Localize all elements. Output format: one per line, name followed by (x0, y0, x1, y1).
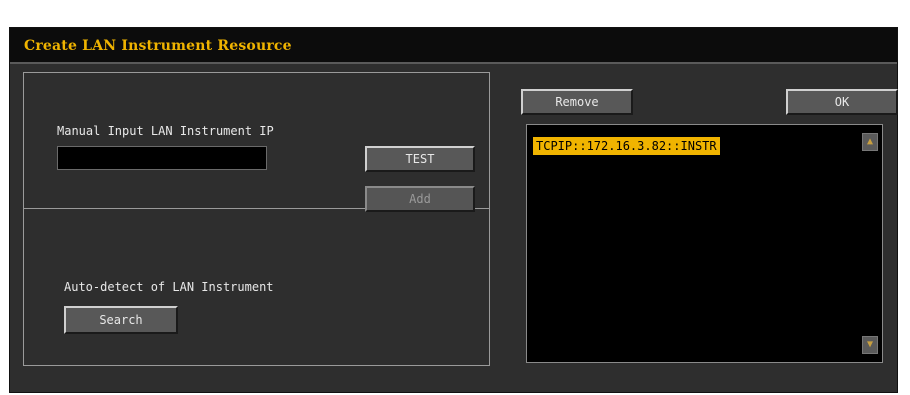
dialog-title: Create LAN Instrument Resource (24, 38, 292, 54)
test-button[interactable]: TEST (365, 146, 475, 172)
scroll-up-icon[interactable]: ▲ (862, 133, 878, 151)
remove-button-label: Remove (555, 95, 599, 109)
remove-button[interactable]: Remove (521, 89, 633, 115)
resource-list[interactable]: TCPIP::172.16.3.82::INSTR ▲ ▼ (526, 124, 883, 363)
ok-button-label: OK (834, 95, 850, 109)
search-button-label: Search (99, 313, 143, 327)
add-button-label: Add (409, 192, 431, 206)
manual-ip-label: Manual Input LAN Instrument IP (57, 124, 274, 138)
add-button[interactable]: Add (365, 186, 475, 212)
test-button-label: TEST (405, 152, 435, 166)
scroll-down-icon[interactable]: ▼ (862, 336, 878, 354)
ok-button[interactable]: OK (786, 89, 898, 115)
auto-detect-label: Auto-detect of LAN Instrument (64, 280, 274, 294)
resource-list-item[interactable]: TCPIP::172.16.3.82::INSTR (533, 137, 720, 155)
search-button[interactable]: Search (64, 306, 178, 334)
dialog-titlebar: Create LAN Instrument Resource (10, 28, 897, 64)
ip-address-input[interactable] (57, 146, 267, 170)
